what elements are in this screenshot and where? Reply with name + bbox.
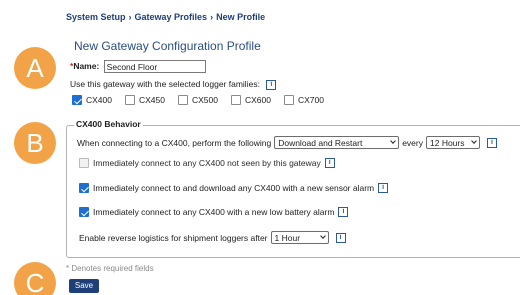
checkbox-icon[interactable] (284, 95, 294, 105)
family-cx700[interactable]: CX700 (284, 95, 337, 105)
option-sensor-alarm[interactable]: Immediately connect to and download any … (79, 183, 389, 193)
breadcrumb-separator: › (128, 12, 132, 22)
reverse-select-value: 1 Hour (274, 232, 301, 243)
name-input[interactable]: Second Floor (103, 60, 206, 73)
family-cx450[interactable]: CX450 (125, 95, 178, 105)
callout-c: C (14, 262, 56, 295)
chevron-down-icon (319, 233, 326, 239)
gateway-profile-page: System Setup › Gateway Profiles › New Profil… (0, 0, 520, 295)
required-note: * Denotes required fields (66, 264, 154, 273)
family-label: CX450 (139, 95, 165, 105)
connect-prefix-label: When connecting to a CX400, perform the … (77, 137, 272, 148)
families-label: Use this gateway with the selected logge… (70, 79, 260, 89)
breadcrumb-item-new-profile: New Profile (216, 12, 266, 22)
family-cx600[interactable]: CX600 (231, 95, 284, 105)
breadcrumb-separator: › (210, 12, 214, 22)
reverse-logistics-select[interactable]: 1 Hour (270, 231, 329, 244)
checkbox-icon[interactable] (231, 95, 241, 105)
breadcrumb: System Setup › Gateway Profiles › New Profil… (66, 12, 265, 22)
checkbox-icon[interactable] (79, 207, 89, 217)
info-icon[interactable]: i (378, 183, 389, 193)
breadcrumb-item-system-setup[interactable]: System Setup (66, 12, 126, 22)
option-label: Immediately connect to any CX400 with a … (93, 207, 335, 217)
name-row: *Name: Second Floor (70, 60, 206, 73)
checkbox-icon[interactable] (178, 95, 188, 105)
breadcrumb-item-gateway-profiles[interactable]: Gateway Profiles (135, 12, 208, 22)
info-icon[interactable]: i (338, 207, 349, 217)
family-label: CX600 (245, 95, 271, 105)
name-label: Name: (73, 60, 100, 71)
family-label: CX500 (192, 95, 218, 105)
connect-behavior-row: When connecting to a CX400, perform the … (77, 136, 497, 149)
checkbox-icon[interactable] (79, 183, 89, 193)
family-cx500[interactable]: CX500 (178, 95, 231, 105)
save-button[interactable]: Save (69, 279, 99, 293)
option-not-seen[interactable]: Immediately connect to any CX400 not see… (79, 158, 335, 168)
option-label: Immediately connect to and download any … (93, 183, 375, 193)
checkbox-icon[interactable] (125, 95, 135, 105)
every-label: every (402, 137, 423, 148)
reverse-logistics-row: Enable reverse logistics for shipment lo… (79, 231, 346, 244)
info-icon[interactable]: i (324, 158, 335, 168)
option-low-battery[interactable]: Immediately connect to any CX400 with a … (79, 207, 349, 217)
family-label: CX700 (298, 95, 324, 105)
family-label: CX400 (86, 95, 112, 105)
page-title: New Gateway Configuration Profile (74, 39, 261, 53)
families-checkbox-group: CX400 CX450 CX500 CX600 CX700 (72, 95, 337, 105)
behavior-legend: CX400 Behavior (74, 119, 143, 129)
interval-select[interactable]: 12 Hours (426, 136, 480, 149)
checkbox-icon[interactable] (79, 158, 89, 168)
action-select[interactable]: Download and Restart (274, 136, 400, 149)
chevron-down-icon (390, 138, 397, 144)
info-icon[interactable]: i (335, 232, 346, 243)
callout-b: B (14, 122, 56, 164)
info-icon[interactable]: i (266, 79, 277, 90)
reverse-logistics-label: Enable reverse logistics for shipment lo… (79, 232, 268, 243)
checkbox-icon[interactable] (72, 95, 82, 105)
action-select-value: Download and Restart (278, 137, 363, 148)
chevron-down-icon (471, 138, 477, 144)
callout-a: A (14, 47, 56, 89)
families-row: Use this gateway with the selected logge… (70, 79, 277, 90)
interval-select-value: 12 Hours (430, 137, 465, 148)
family-cx400[interactable]: CX400 (72, 95, 125, 105)
info-icon[interactable]: i (487, 137, 497, 148)
option-label: Immediately connect to any CX400 not see… (93, 158, 321, 168)
